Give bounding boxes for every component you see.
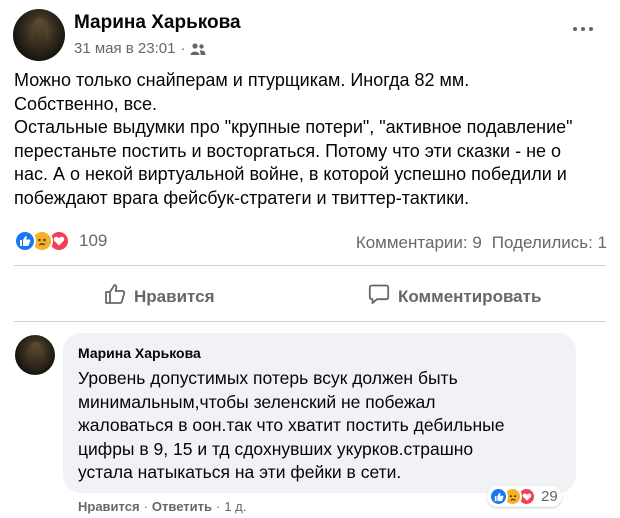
comment-reply-link[interactable]: Ответить: [152, 499, 212, 514]
comment-text-line: цифры в 9, 15 и тд сдохнувших укурков.ст…: [78, 438, 474, 459]
comment-age[interactable]: 1 д.: [224, 499, 246, 514]
comment-author-name[interactable]: Марина Харькова: [78, 345, 561, 361]
post-stats: Комментарии: 9 Поделились: 1: [356, 233, 607, 253]
comment-text: Уровень допустимых потерь всук должен бы…: [78, 367, 561, 485]
comment-bubble: Марина Харькова Уровень допустимых потер…: [63, 333, 576, 493]
comment-reactions[interactable]: 29: [487, 486, 562, 507]
comment-like-link[interactable]: Нравится: [78, 499, 140, 514]
comment-icon: [368, 283, 390, 310]
post-text-line: перестаньте постить и восторгаться. Пото…: [14, 140, 562, 161]
comment-actions-separator: ·: [143, 499, 148, 514]
comment-text-line: устала натыкаться на эти фейки в сети.: [78, 462, 402, 482]
post-text-line: побеждают врага фейсбук-стратеги и твитт…: [14, 187, 470, 208]
reaction-count: 109: [79, 231, 108, 250]
post-reactions[interactable]: 109: [14, 230, 107, 252]
comment-actions-separator: ·: [215, 499, 221, 514]
comment-text-line: жаловаться в оон.так что хватит постить …: [78, 415, 505, 435]
comment-actions: Нравится · Ответить · 1 д.: [78, 499, 246, 514]
post-text-line: Остальные выдумки про "крупные потери", …: [14, 117, 573, 137]
author-avatar[interactable]: [13, 9, 65, 61]
like-button-label: Нравится: [134, 286, 215, 306]
comment-text-line: Уровень допустимых потерь всук должен бы…: [78, 368, 458, 388]
commenter-avatar[interactable]: [15, 335, 55, 375]
like-icon: [489, 487, 508, 506]
divider: [14, 265, 606, 266]
like-icon: [14, 230, 36, 252]
post-meta: 31 мая в 23:01 ·: [74, 40, 206, 57]
post-author-name[interactable]: Марина Харькова: [74, 12, 241, 34]
more-options-icon[interactable]: [573, 24, 597, 34]
post-text-line: нас. А о некой виртуальной войне, в кото…: [14, 164, 567, 184]
friends-icon[interactable]: [190, 42, 206, 56]
post-text: Можно только снайперам и птурщикам. Иног…: [14, 69, 614, 210]
divider: [14, 321, 606, 322]
comment-button[interactable]: Комментировать: [368, 283, 541, 310]
shares-count-link[interactable]: Поделились: 1: [492, 233, 607, 253]
thumbs-up-icon: [104, 283, 126, 310]
meta-separator: ·: [180, 40, 186, 57]
comment-text-line: минимальным,чтобы зеленский не побежал: [78, 391, 436, 412]
comment-button-label: Комментировать: [398, 286, 542, 306]
post-text-line: Собственно, все.: [14, 93, 157, 114]
comment-reaction-count: 29: [541, 488, 558, 505]
comments-count-link[interactable]: Комментарии: 9: [356, 233, 482, 253]
post-text-line: Можно только снайперам и птурщикам. Иног…: [14, 70, 470, 90]
like-button[interactable]: Нравится: [104, 283, 215, 310]
post-date[interactable]: 31 мая в 23:01: [74, 40, 175, 57]
